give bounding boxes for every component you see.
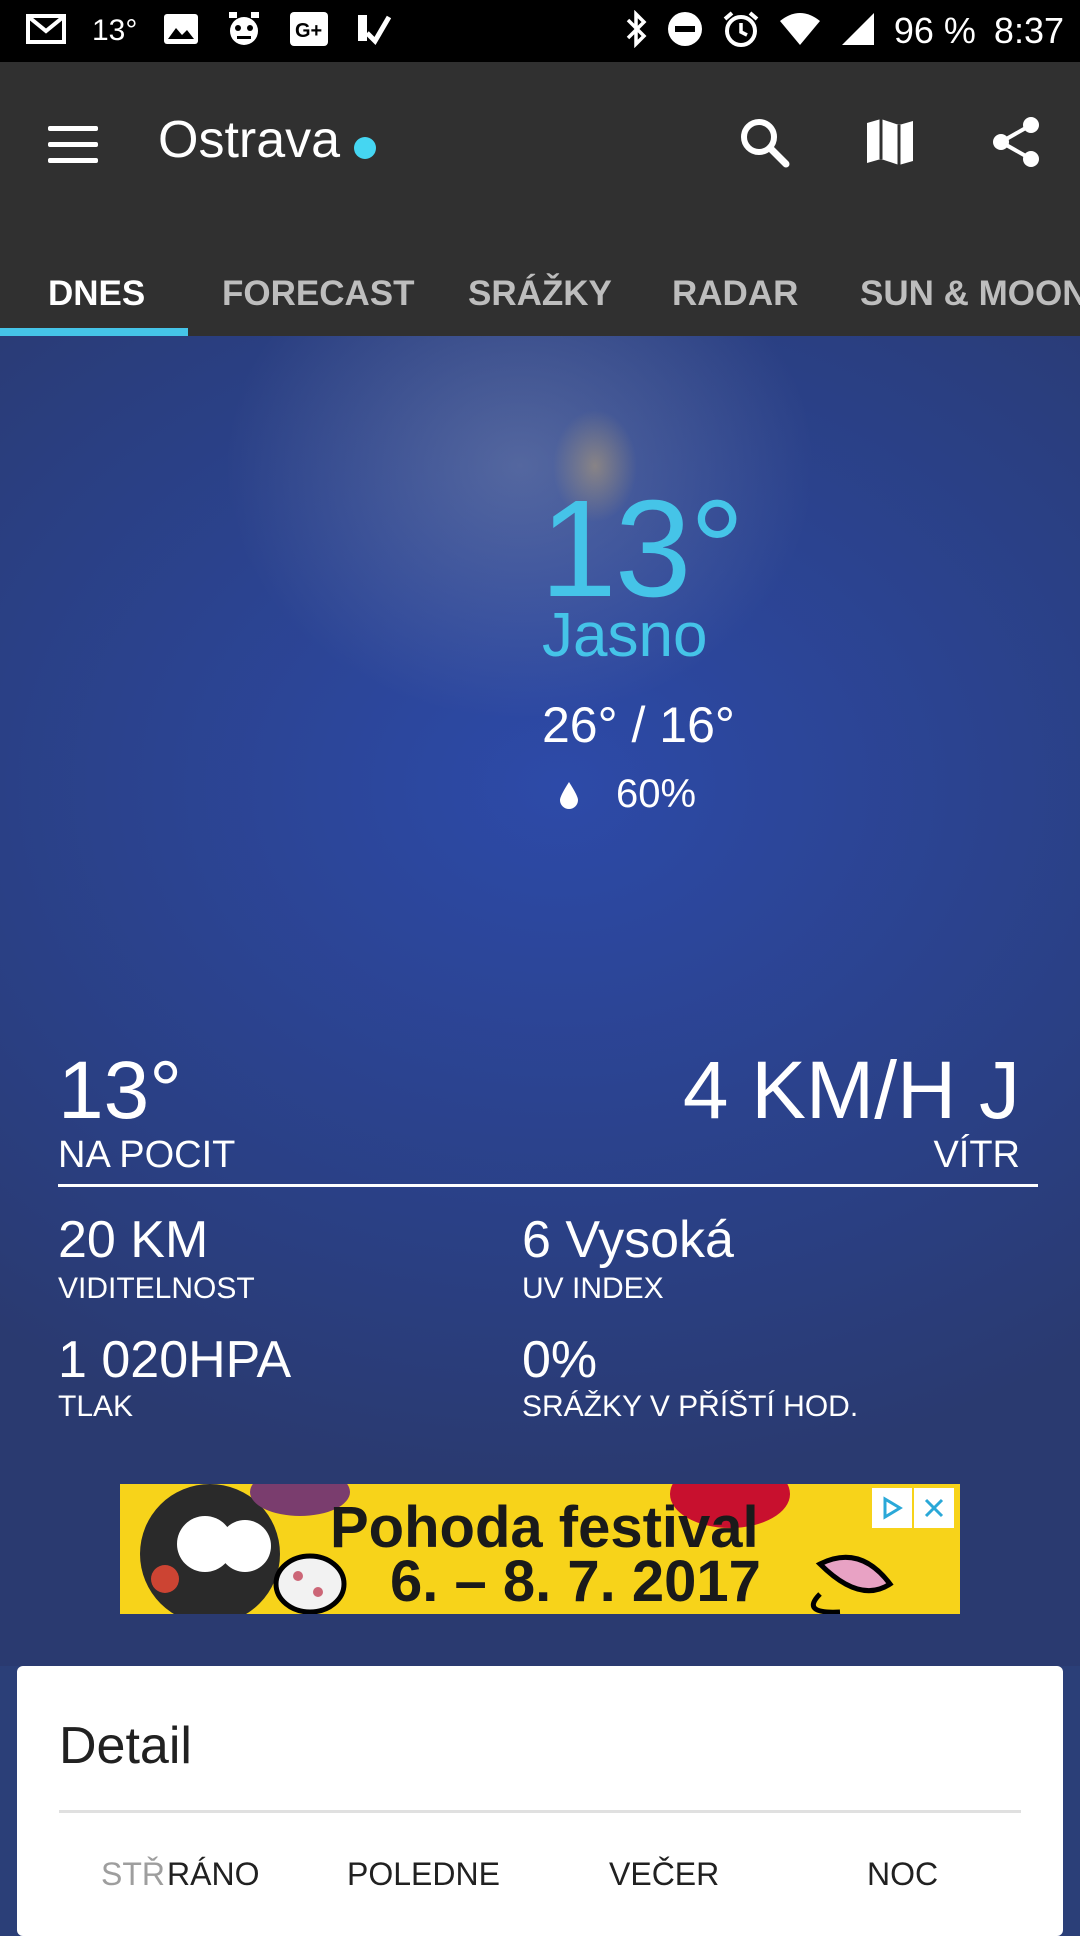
bluetooth-icon [624,9,648,53]
gmail-icon [26,13,66,50]
detail-day-label: STŘ [101,1856,165,1892]
menu-button[interactable] [40,114,100,174]
search-button[interactable] [728,106,800,178]
feels-like-label: NA POCIT [58,1134,236,1176]
raindrop-icon [560,781,578,809]
ad-dates: 6. – 8. 7. 2017 [390,1549,761,1614]
pressure-value: 1 020HPA [58,1331,292,1389]
visibility-label: VIDITELNOST [58,1272,255,1305]
tab-dnes[interactable]: DNES [48,274,145,314]
google-plus-icon: G+ [289,11,329,52]
ad-close-button[interactable] [914,1488,954,1528]
pressure-label: TLAK [58,1390,134,1423]
battery-percent: 96 % [893,10,976,51]
notification-temp: 13° [92,14,138,47]
share-icon [993,117,1039,167]
app-bar: Ostrava DNES FORECAST SRÁŽKY RADAR SUN &… [0,62,1080,336]
detail-column-night: NOC [867,1856,939,1892]
precipitation-value: 60% [616,772,697,816]
image-icon [163,13,199,50]
detail-card-divider [59,1810,1021,1813]
map-icon [867,119,913,165]
uv-value: 6 Vysoká [522,1211,734,1269]
detail-column-evening: VEČER [609,1856,720,1892]
search-icon [741,119,790,168]
detail-card-title: Detail [59,1717,192,1775]
alarm-app-icon [225,10,263,53]
location-title[interactable]: Ostrava [158,110,377,170]
feels-like-value: 13° [58,1045,183,1136]
precipitation-chance: 60% [558,772,696,817]
wind-label: VÍTR [933,1134,1020,1176]
uv-label: UV INDEX [522,1272,664,1305]
detail-column-noon: POLEDNE [347,1856,500,1892]
checkmark-app-icon [355,11,392,52]
close-icon [924,1498,944,1518]
status-bar: 13° G+ 96 % 8:37 [0,0,1080,62]
high-low-temperature: 26° / 16° [542,697,735,753]
clock: 8:37 [993,10,1064,51]
share-button[interactable] [980,106,1052,178]
details-divider [58,1184,1038,1187]
menu-icon-bar [48,142,98,147]
adchoices-icon [883,1496,903,1520]
svg-text:G+: G+ [295,20,322,42]
detail-card: Detail STŘ RÁNO POLEDNE VEČER NOC [17,1666,1063,1936]
ad-banner[interactable]: Pohoda festival 6. – 8. 7. 2017 [120,1484,960,1614]
next-hour-precip-value: 0% [522,1331,598,1389]
wifi-icon [778,11,822,52]
cellular-signal-icon [840,11,876,52]
do-not-disturb-icon [666,10,704,53]
next-hour-precip-label: SRÁŽKY V PŘÍŠTÍ HOD. [522,1390,859,1423]
condition-text: Jasno [542,601,708,670]
visibility-value: 20 KM [58,1211,209,1269]
tab-radar[interactable]: RADAR [672,274,798,314]
map-button[interactable] [854,106,926,178]
tab-srazky[interactable]: SRÁŽKY [468,274,612,314]
tab-sun-moon[interactable]: SUN & MOON [860,274,1080,314]
tab-bar: DNES FORECAST SRÁŽKY RADAR SUN & MOON [0,262,1080,336]
active-tab-indicator [0,328,188,336]
detail-column-morning: RÁNO [167,1856,260,1892]
menu-icon [48,126,98,131]
adchoices-button[interactable] [872,1488,912,1528]
city-name: Ostrava [158,111,341,169]
current-location-dot [354,137,377,159]
alarm-icon [722,10,760,53]
wind-value: 4 KM/H J [682,1045,1020,1136]
menu-icon-bar [48,158,98,163]
tab-forecast[interactable]: FORECAST [222,274,415,314]
